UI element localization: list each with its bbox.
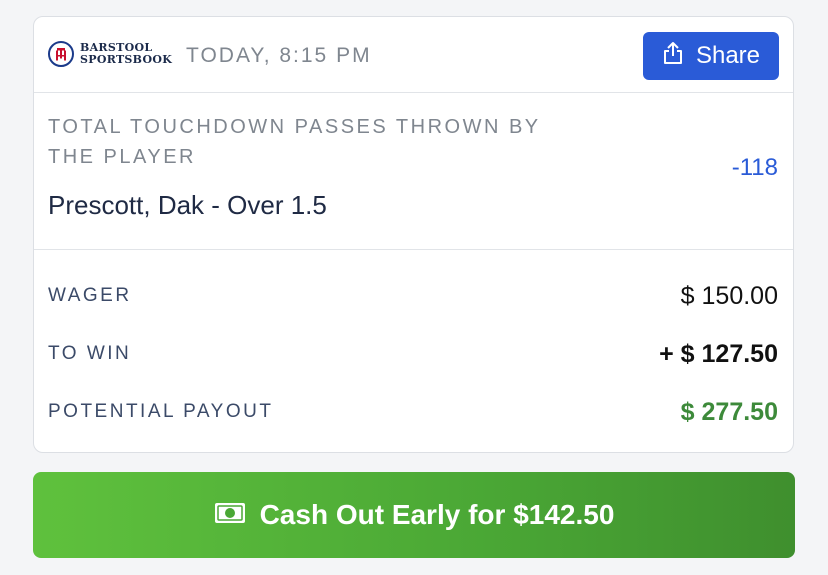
bet-odds: -118 [731, 154, 778, 181]
bet-card-header: BARSTOOL SPORTSBOOK TODAY, 8:15 PM Share [34, 17, 793, 93]
brand-name: BARSTOOL SPORTSBOOK [80, 42, 172, 66]
wager-label: WAGER [48, 285, 132, 306]
cash-icon [214, 499, 246, 531]
market-title: TOTAL TOUCHDOWN PASSES THROWN BY THE PLA… [48, 116, 541, 168]
share-button[interactable]: Share [643, 32, 779, 80]
bet-timestamp: TODAY, 8:15 PM [186, 44, 372, 67]
brand-logo: BARSTOOL SPORTSBOOK [48, 41, 172, 67]
brand-line-2: SPORTSBOOK [80, 53, 173, 66]
share-icon [662, 41, 684, 72]
barstool-logo-icon [48, 41, 74, 67]
payout-label: POTENTIAL PAYOUT [48, 401, 274, 422]
to-win-label: TO WIN [48, 343, 132, 364]
to-win-row: TO WIN + $ 127.50 [48, 339, 778, 369]
wager-row: WAGER $ 150.00 [48, 281, 778, 311]
bet-selection-section: TOTAL TOUCHDOWN PASSES THROWN BY THE PLA… [34, 93, 793, 250]
to-win-value: + $ 127.50 [659, 339, 778, 368]
cash-out-button[interactable]: Cash Out Early for $142.50 [33, 472, 795, 558]
share-label: Share [695, 42, 761, 69]
bet-card: BARSTOOL SPORTSBOOK TODAY, 8:15 PM Share… [33, 16, 794, 453]
cash-out-label: Cash Out Early for $142.50 [259, 499, 615, 530]
payout-row: POTENTIAL PAYOUT $ 277.50 [48, 397, 778, 427]
bet-selection: Prescott, Dak - Over 1.5 [48, 190, 327, 220]
wager-value: $ 150.00 [680, 281, 778, 310]
payout-value: $ 277.50 [680, 397, 778, 426]
